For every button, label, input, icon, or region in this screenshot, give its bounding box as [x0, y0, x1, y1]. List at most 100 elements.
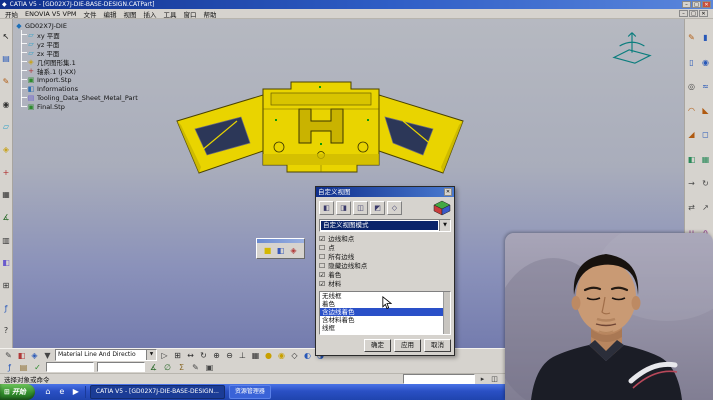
menu-item[interactable]: 开始: [5, 9, 18, 19]
painter-icon[interactable]: ◧: [16, 350, 27, 361]
menu-item[interactable]: 文件: [83, 9, 96, 19]
material-line-combo[interactable]: Material Line And Directio ▼: [55, 349, 157, 361]
tree-item-final[interactable]: ▣ Final.Stp: [27, 102, 138, 111]
filter-icon[interactable]: ▼: [42, 350, 53, 361]
dialog-close-button[interactable]: ✕: [444, 188, 452, 196]
sketcher-icon[interactable]: ✎: [686, 32, 697, 43]
geometry-set-icon[interactable]: ◈: [1, 144, 12, 155]
dialog-option[interactable]: ☐ 所有边线: [319, 253, 451, 262]
shading-edges-view-icon[interactable]: ◨: [336, 201, 351, 215]
list-scrollbar[interactable]: [443, 292, 450, 334]
analyze-icon[interactable]: ∡: [1, 212, 12, 223]
chamfer-icon[interactable]: ◣: [700, 105, 711, 116]
shading-icon[interactable]: ●: [263, 350, 274, 361]
dialog-option[interactable]: ☐ 隐藏边线和点: [319, 262, 451, 271]
task-button[interactable]: CATIA V5 - [GD02X7J-DIE-BASE-DESIGN...: [90, 385, 225, 399]
ok-button[interactable]: 确定: [364, 339, 391, 352]
checkbox[interactable]: ☑: [319, 271, 325, 280]
maximize-button[interactable]: □: [692, 1, 701, 8]
zoom-in-icon[interactable]: ⊕: [211, 350, 222, 361]
command-input[interactable]: [403, 374, 475, 384]
hide-show-icon[interactable]: ◐: [302, 350, 313, 361]
menu-item[interactable]: 视图: [123, 9, 136, 19]
edges-cube-icon[interactable]: ◧: [275, 245, 286, 256]
capture-icon[interactable]: ▣: [204, 362, 215, 373]
custom-view-icon[interactable]: ◇: [387, 201, 402, 215]
combo-arrow-icon[interactable]: ▼: [146, 350, 156, 360]
symmetry-icon[interactable]: ⇄: [686, 202, 697, 213]
media-player-icon[interactable]: ▶: [70, 386, 82, 398]
shading-view-icon[interactable]: ◧: [319, 201, 334, 215]
pattern-icon[interactable]: ▦: [700, 154, 711, 165]
checks-icon[interactable]: ✓: [32, 362, 43, 373]
list-option[interactable]: 含材料着色: [320, 316, 443, 324]
rotate-icon[interactable]: ↻: [700, 178, 711, 189]
render-style-combo[interactable]: 自定义视图模式 ▼: [319, 219, 451, 232]
combo-arrow-icon[interactable]: ▼: [439, 220, 450, 231]
pad-icon[interactable]: ▮: [700, 32, 711, 43]
tree-item-import[interactable]: ▣ Import.Stp: [27, 75, 138, 84]
apply-button[interactable]: 应用: [394, 339, 421, 352]
measure-item-icon[interactable]: ∅: [162, 362, 173, 373]
plane-icon[interactable]: ▱: [1, 121, 12, 132]
wireframe-view-icon[interactable]: ◫: [353, 201, 368, 215]
select-arrow-icon[interactable]: ↖: [1, 31, 12, 42]
formula-icon[interactable]: ƒ: [1, 303, 12, 314]
wizard-icon[interactable]: ◈: [29, 350, 40, 361]
dialog-option[interactable]: ☑ 材料: [319, 280, 451, 289]
view-icon[interactable]: ◉: [1, 99, 12, 110]
rib-icon[interactable]: ≈: [700, 81, 711, 92]
menu-item[interactable]: 插入: [143, 9, 156, 19]
mirror-icon[interactable]: ◧: [686, 154, 697, 165]
checkbox[interactable]: ☐: [319, 262, 325, 271]
copy-graphic-icon[interactable]: ✎: [3, 350, 14, 361]
shading-edges-icon[interactable]: ◉: [276, 350, 287, 361]
annotations-icon[interactable]: ✎: [190, 362, 201, 373]
task-button[interactable]: 资源管理器: [229, 385, 271, 399]
power-input-icon[interactable]: ▸: [478, 375, 487, 384]
toolbar-field[interactable]: [97, 362, 145, 372]
doc-close-button[interactable]: ✕: [699, 10, 708, 17]
render-icon[interactable]: ◧: [1, 257, 12, 268]
cancel-button[interactable]: 取消: [424, 339, 451, 352]
tree-item-informations[interactable]: ◧ Informations: [27, 84, 138, 93]
start-button[interactable]: ⊞ 开始: [0, 384, 35, 400]
measure-between-icon[interactable]: ∡: [148, 362, 159, 373]
zoom-out-icon[interactable]: ⊖: [224, 350, 235, 361]
tree-item-tooling[interactable]: ▤ Tooling_Data_Sheet_Metal_Part: [27, 93, 138, 102]
grid-icon[interactable]: ⊞: [1, 280, 12, 291]
scale-icon[interactable]: ↗: [700, 202, 711, 213]
doc-minimize-button[interactable]: –: [679, 10, 688, 17]
sketch-tools-icon[interactable]: ✎: [1, 76, 12, 87]
show-desktop-icon[interactable]: ⌂: [42, 386, 54, 398]
menu-item[interactable]: 编辑: [103, 9, 116, 19]
fillet-icon[interactable]: ◠: [686, 105, 697, 116]
fly-mode-icon[interactable]: ▷: [159, 350, 170, 361]
dialog-titlebar[interactable]: 自定义视图 ✕: [316, 187, 454, 197]
inertia-icon[interactable]: Σ: [176, 362, 187, 373]
menu-item[interactable]: ENOVIA V5 VPM: [25, 10, 76, 18]
help-icon[interactable]: ?: [1, 325, 12, 336]
rules-icon[interactable]: ▤: [18, 362, 29, 373]
normal-view-icon[interactable]: ⊥: [237, 350, 248, 361]
tree-item-axis[interactable]: + 轴系.1 (J-XX): [27, 66, 138, 75]
pocket-icon[interactable]: ▯: [686, 57, 697, 68]
axis-icon[interactable]: +: [1, 167, 12, 178]
browser-icon[interactable]: e: [56, 386, 68, 398]
minimize-button[interactable]: –: [682, 1, 691, 8]
dialog-option[interactable]: ☑ 边线和点: [319, 235, 451, 244]
hole-icon[interactable]: ◎: [686, 81, 697, 92]
hidden-lines-view-icon[interactable]: ◩: [370, 201, 385, 215]
shell-icon[interactable]: ◻: [700, 129, 711, 140]
doc-restore-button[interactable]: □: [689, 10, 698, 17]
fit-all-icon[interactable]: ⊞: [172, 350, 183, 361]
pan-icon[interactable]: ↔: [185, 350, 196, 361]
list-option[interactable]: 线框: [320, 324, 443, 332]
translate-icon[interactable]: →: [686, 178, 697, 189]
close-button[interactable]: ✕: [702, 1, 711, 8]
view-compass[interactable]: [609, 27, 655, 67]
dialog-option[interactable]: ☐ 点: [319, 244, 451, 253]
checkbox[interactable]: ☐: [319, 244, 325, 253]
shaded-cube-icon[interactable]: ■: [262, 245, 273, 256]
checkbox[interactable]: ☐: [319, 253, 325, 262]
